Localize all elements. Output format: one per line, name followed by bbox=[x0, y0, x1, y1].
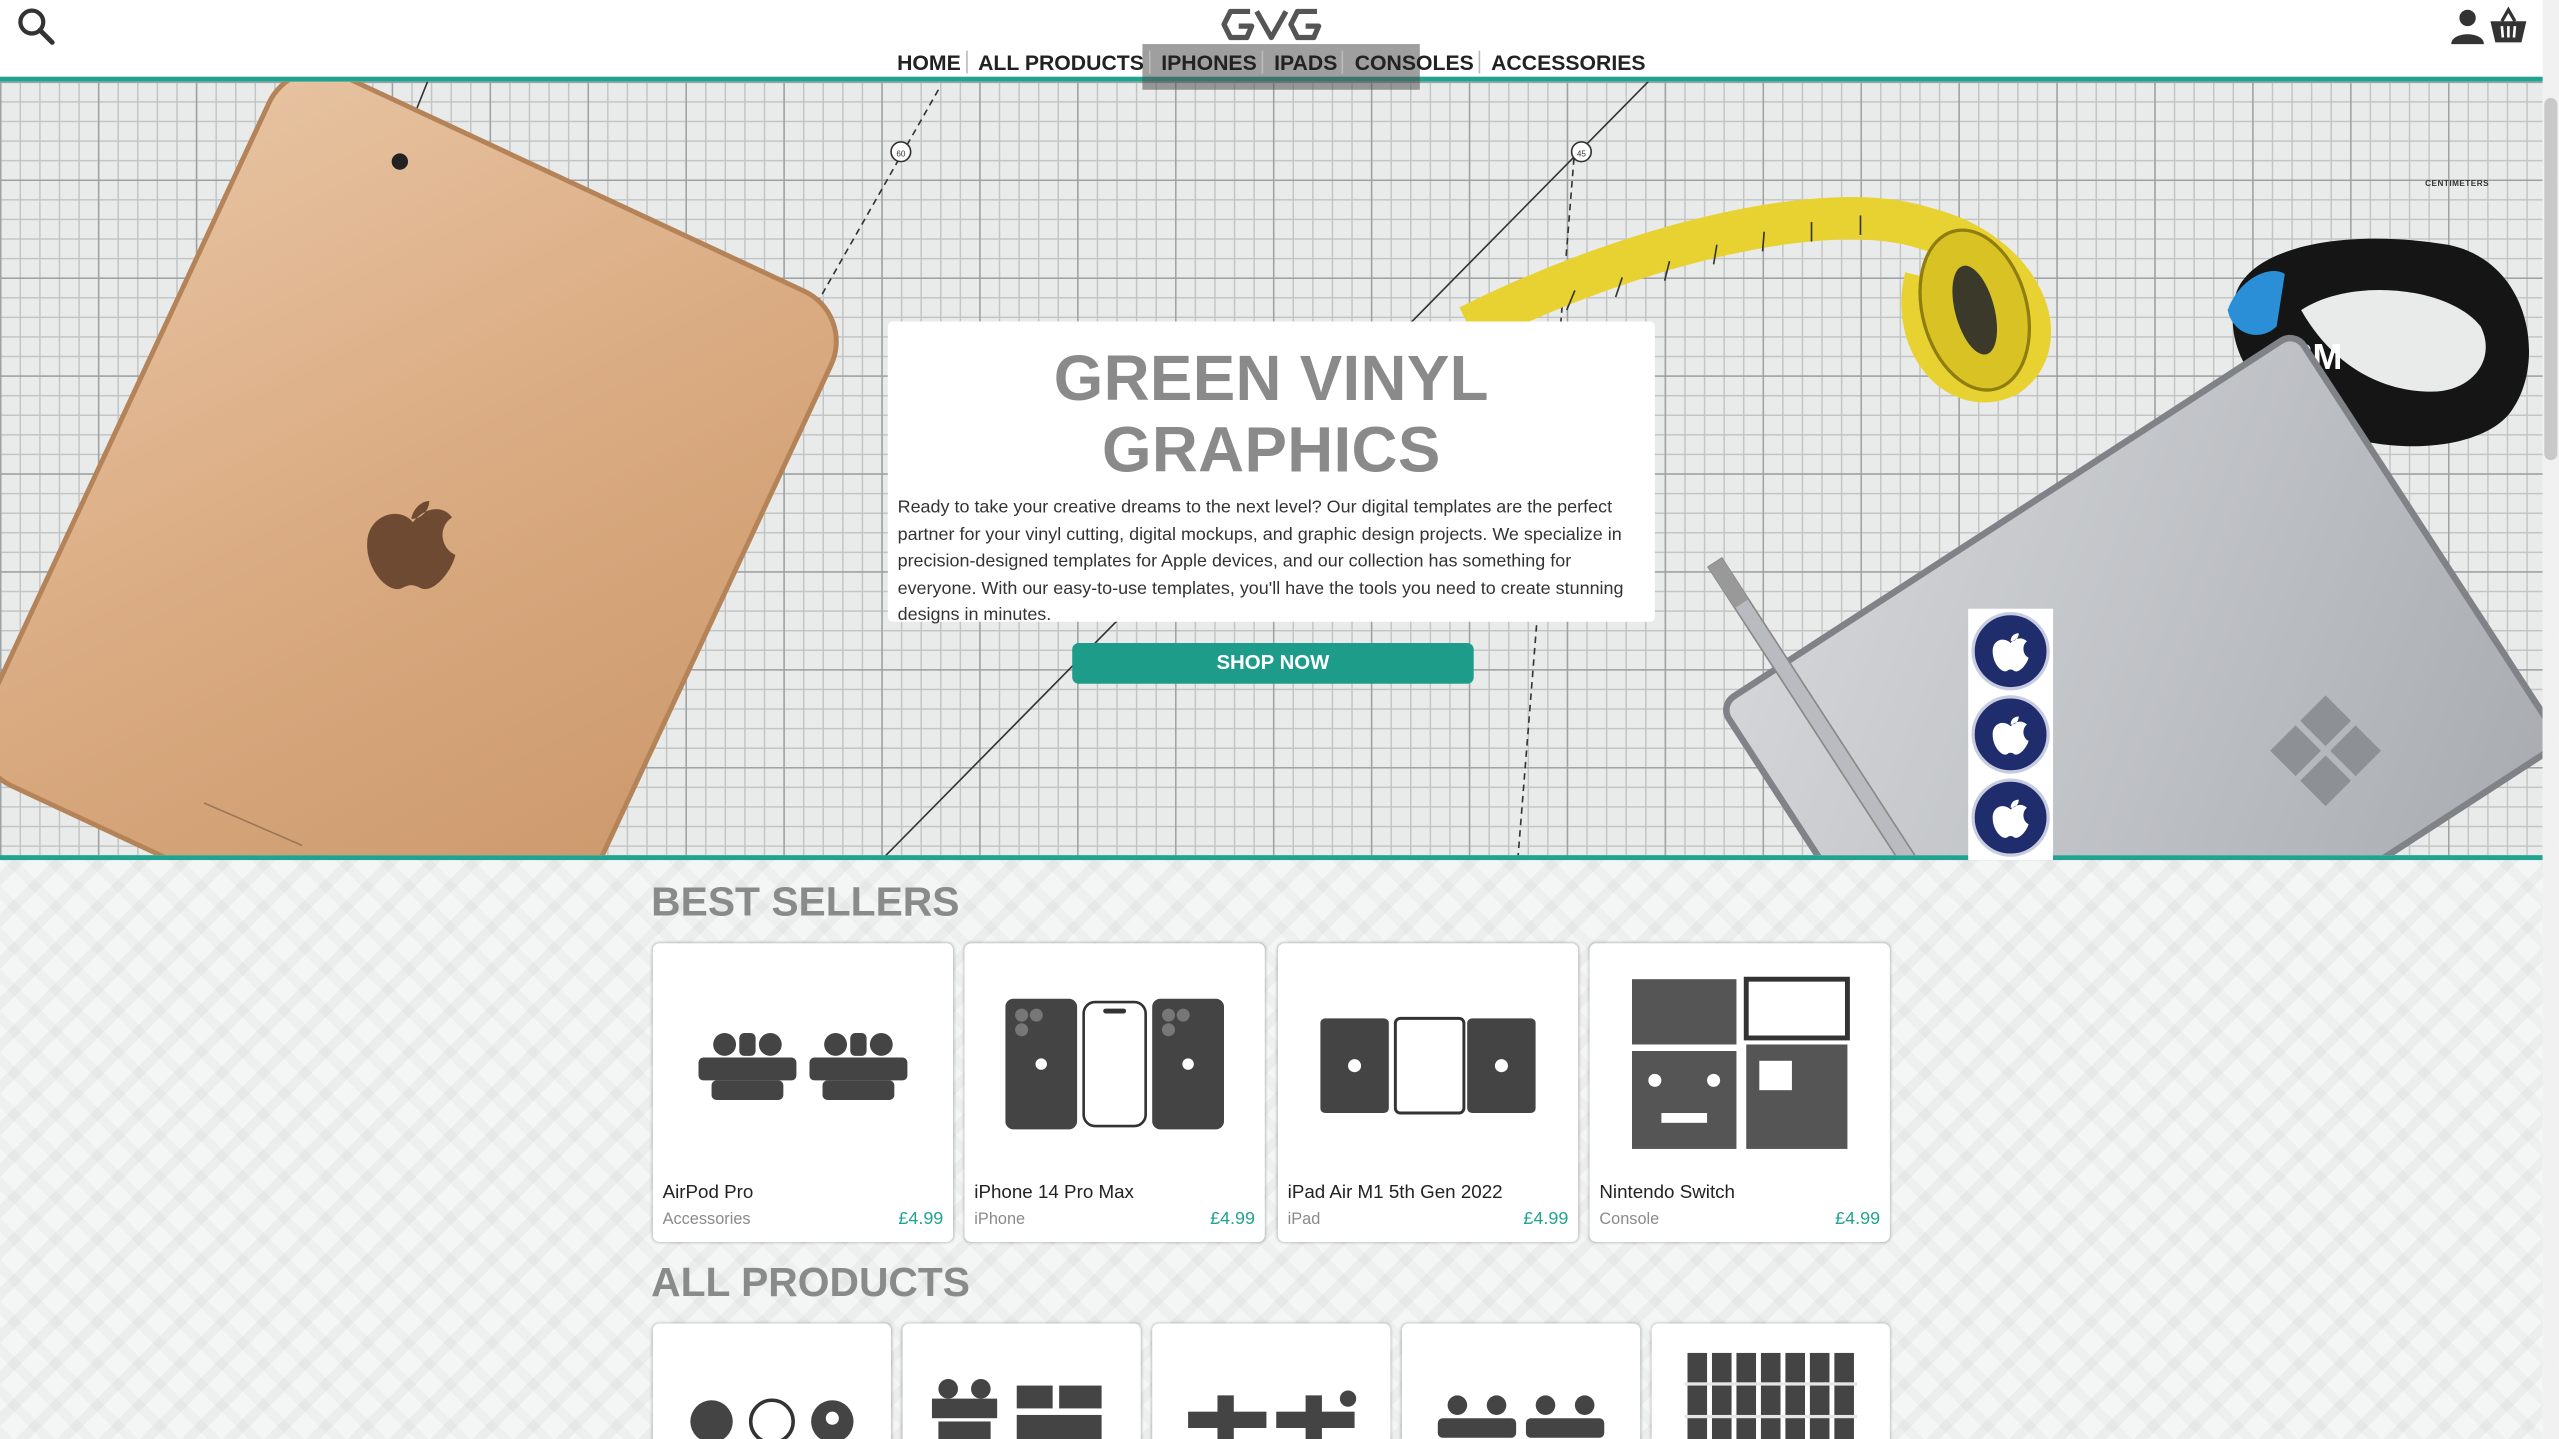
angle-label: 45 bbox=[1577, 150, 1587, 159]
product-card[interactable] bbox=[1152, 1323, 1391, 1439]
product-card[interactable] bbox=[1651, 1323, 1890, 1439]
product-name: Nintendo Switch bbox=[1599, 1183, 1735, 1203]
main-nav: HOME ALL PRODUCTS IPHONES IPADS CONSOLES… bbox=[0, 50, 2543, 75]
iphone-template-image bbox=[1005, 998, 1224, 1130]
page-scrollbar[interactable] bbox=[2542, 0, 2559, 1439]
product-card-airpod-pro[interactable]: AirPod Pro Accessories £4.99 bbox=[652, 943, 954, 1242]
apple-icon bbox=[1992, 716, 2029, 755]
product-name: AirPod Pro bbox=[662, 1183, 754, 1203]
product-price: £4.99 bbox=[1835, 1209, 1881, 1229]
search-icon[interactable] bbox=[16, 7, 55, 46]
angle-label: 60 bbox=[896, 150, 906, 159]
hero-description: Ready to take your creative dreams to th… bbox=[897, 497, 1624, 626]
apple-sticker bbox=[1971, 612, 2050, 691]
nav-divider bbox=[965, 50, 968, 74]
nav-ipads[interactable]: IPADS bbox=[1269, 51, 1342, 75]
product-category: iPad bbox=[1287, 1210, 1321, 1229]
ipad-engraving: iPad bbox=[242, 856, 283, 860]
product-price: £4.99 bbox=[1210, 1209, 1256, 1229]
product-template-image bbox=[1684, 1352, 1858, 1439]
product-name: iPhone 14 Pro Max bbox=[974, 1183, 1134, 1203]
product-template-image bbox=[1437, 1395, 1605, 1438]
scrollbar-thumb[interactable] bbox=[2544, 97, 2558, 461]
product-price: £4.99 bbox=[1523, 1209, 1569, 1229]
nav-divider bbox=[1478, 50, 1481, 74]
apple-sticker bbox=[1971, 695, 2050, 774]
nav-divider bbox=[1342, 50, 1344, 74]
product-card-ipad-air[interactable]: iPad Air M1 5th Gen 2022 iPad £4.99 bbox=[1277, 943, 1579, 1242]
apple-sticker-strip bbox=[1968, 608, 2054, 861]
product-card-nintendo-switch[interactable]: Nintendo Switch Console £4.99 bbox=[1589, 943, 1890, 1242]
product-template-image bbox=[690, 1398, 854, 1439]
product-template-image bbox=[931, 1379, 1102, 1439]
nav-divider bbox=[1148, 50, 1151, 74]
shop-now-button[interactable]: SHOP NOW bbox=[1072, 642, 1474, 684]
ipad-template-image bbox=[1320, 1016, 1536, 1115]
basket-icon[interactable] bbox=[2489, 6, 2528, 46]
logo[interactable] bbox=[1221, 3, 1322, 45]
product-category: Accessories bbox=[662, 1210, 751, 1229]
apple-icon bbox=[1992, 799, 2029, 838]
airpod-template-image bbox=[698, 1033, 908, 1100]
nav-divider bbox=[1261, 50, 1264, 74]
site-header: HOME ALL PRODUCTS IPHONES IPADS CONSOLES… bbox=[0, 0, 2543, 90]
product-card-iphone-14-pro-max[interactable]: iPhone 14 Pro Max iPhone £4.99 bbox=[964, 943, 1265, 1242]
best-sellers-title: BEST SELLERS bbox=[651, 879, 960, 926]
mat-label: CENTIMETERS bbox=[2425, 179, 2490, 190]
product-price: £4.99 bbox=[898, 1209, 944, 1229]
product-card[interactable] bbox=[652, 1323, 892, 1439]
product-category: Console bbox=[1599, 1210, 1660, 1229]
nav-accessories[interactable]: ACCESSORIES bbox=[1486, 51, 1650, 75]
product-card[interactable] bbox=[1401, 1323, 1641, 1439]
nav-consoles[interactable]: CONSOLES bbox=[1350, 51, 1479, 75]
hero-intro-box: GREEN VINYL GRAPHICS Ready to take your … bbox=[887, 321, 1655, 684]
product-category: iPhone bbox=[974, 1210, 1026, 1229]
all-products-title: ALL PRODUCTS bbox=[651, 1259, 971, 1306]
apple-icon bbox=[1992, 633, 2029, 672]
product-card[interactable] bbox=[902, 1323, 1141, 1439]
nav-all-products[interactable]: ALL PRODUCTS bbox=[973, 51, 1149, 75]
product-template-image bbox=[1188, 1390, 1357, 1439]
nav-iphones[interactable]: IPHONES bbox=[1156, 51, 1261, 75]
product-name: iPad Air M1 5th Gen 2022 bbox=[1287, 1183, 1503, 1203]
hero-title: GREEN VINYL GRAPHICS bbox=[1053, 344, 1489, 487]
switch-template-image bbox=[1632, 976, 1850, 1149]
apple-sticker bbox=[1971, 778, 2050, 857]
user-icon[interactable] bbox=[2448, 7, 2487, 46]
nav-home[interactable]: HOME bbox=[892, 51, 965, 75]
